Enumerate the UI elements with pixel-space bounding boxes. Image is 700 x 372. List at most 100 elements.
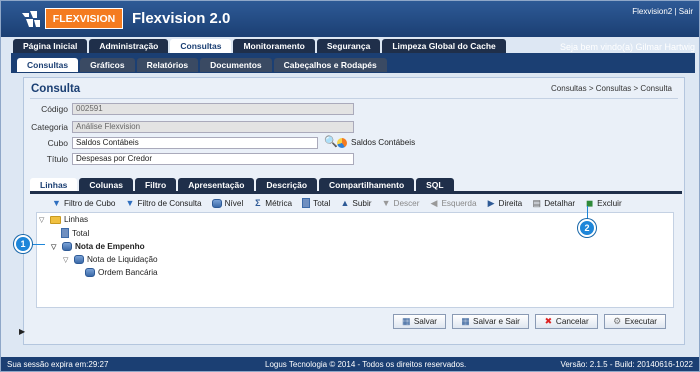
subir-label: Subir xyxy=(352,198,372,208)
tab-consultas[interactable]: Consultas xyxy=(170,39,232,53)
tab-descricao[interactable]: Descrição xyxy=(256,178,318,191)
tab-seguranca[interactable]: Segurança xyxy=(316,39,381,53)
tree-node-label: Ordem Bancária xyxy=(98,268,158,277)
version-text: Versão: 2.1.5 - Build: 20140616-1022 xyxy=(560,360,693,369)
metrica-button[interactable]: Σ Métrica xyxy=(253,197,293,208)
calculator-icon xyxy=(61,228,69,238)
save-exit-icon: ▦ xyxy=(461,316,470,326)
cancelar-label: Cancelar xyxy=(555,317,589,326)
executar-button[interactable]: ⚙ Executar xyxy=(603,314,666,329)
salvar-button[interactable]: ▦ Salvar xyxy=(392,314,447,329)
excluir-button[interactable]: ◼ Excluir xyxy=(585,198,622,208)
cubo-label: Cubo xyxy=(47,137,68,148)
tab-limpeza-cache[interactable]: Limpeza Global do Cache xyxy=(382,39,506,53)
tab-pagina-inicial[interactable]: Página Inicial xyxy=(13,39,88,53)
subtab-graficos[interactable]: Gráficos xyxy=(80,58,135,72)
categoria-label: Categoria xyxy=(31,121,68,132)
subtab-documentos[interactable]: Documentos xyxy=(200,58,272,72)
tree-node-liquidacao[interactable]: ▽ Nota de Liquidação xyxy=(63,255,158,264)
filtro-cubo-label: Filtro de Cubo xyxy=(64,198,116,208)
codigo-label: Código xyxy=(41,103,68,114)
header-bar: FLEXVISION Flexvision 2.0 Flexvision2 | … xyxy=(1,1,699,37)
brand-logo: FLEXVISION xyxy=(45,8,123,29)
gears-icon: ⚙ xyxy=(613,316,622,326)
folder-icon xyxy=(50,215,61,224)
subtab-cabecalhos[interactable]: Cabeçalhos e Rodapés xyxy=(273,58,387,72)
database-icon xyxy=(74,255,84,264)
chevron-down-icon[interactable]: ▽ xyxy=(39,216,47,224)
tab-underline xyxy=(30,191,682,194)
action-buttons: ▦ Salvar ▦ Salvar e Sair ✖ Cancelar ⚙ Execut… xyxy=(392,314,666,329)
filtro-consulta-label: Filtro de Consulta xyxy=(137,198,202,208)
tree-node-ordem[interactable]: Ordem Bancária xyxy=(85,268,158,277)
divider xyxy=(30,98,678,99)
total-label: Total xyxy=(313,198,331,208)
breadcrumb: Consultas > Consultas > Consulta xyxy=(551,84,672,93)
descer-label: Descer xyxy=(393,198,420,208)
tab-compartilhamento[interactable]: Compartilhamento xyxy=(319,178,415,191)
arrow-down-icon: ▼ xyxy=(381,197,391,208)
tab-filtro[interactable]: Filtro xyxy=(134,178,177,191)
filtro-consulta-button[interactable]: ▼ Filtro de Consulta xyxy=(125,197,202,208)
subtab-consultas[interactable]: Consultas xyxy=(17,58,79,72)
cancelar-button[interactable]: ✖ Cancelar xyxy=(534,314,598,329)
funnel-plus-icon: ▼ xyxy=(125,197,135,208)
expand-handle-icon[interactable]: ▶ xyxy=(19,327,25,336)
tab-linhas[interactable]: Linhas xyxy=(30,178,78,191)
app-title: Flexvision 2.0 xyxy=(132,10,231,27)
tree-node-root[interactable]: ▽ Linhas xyxy=(39,215,88,224)
logo-icon xyxy=(19,7,43,31)
callout-line xyxy=(587,206,588,220)
titulo-label: Título xyxy=(46,153,68,164)
chevron-down-icon[interactable]: ▽ xyxy=(51,243,59,251)
tree-node-total[interactable]: Total xyxy=(61,228,89,238)
tab-sql[interactable]: SQL xyxy=(416,178,454,191)
subir-button[interactable]: ▲ Subir xyxy=(340,198,372,208)
tab-administracao[interactable]: Administração xyxy=(89,39,169,53)
esquerda-button[interactable]: ◀ Esquerda xyxy=(429,197,477,208)
filtro-cubo-button[interactable]: ▼ Filtro de Cubo xyxy=(52,198,116,208)
titulo-row: Título Despesas por Credor xyxy=(24,152,354,165)
user-link[interactable]: Flexvision2 xyxy=(632,7,672,16)
codigo-field: 002591 xyxy=(72,102,354,115)
salvar-sair-button[interactable]: ▦ Salvar e Sair xyxy=(452,314,529,329)
tab-colunas[interactable]: Colunas xyxy=(79,178,133,191)
page-title: Consulta xyxy=(31,83,81,95)
database-icon xyxy=(62,242,72,251)
detalhar-label: Detalhar xyxy=(544,198,576,208)
save-icon: ▦ xyxy=(402,316,411,326)
cubo-row: Cubo Saldos Contábeis 🔍 Saldos Contábeis xyxy=(24,136,415,149)
excluir-label: Excluir xyxy=(597,198,622,208)
tree-node-label: Total xyxy=(72,228,90,238)
direita-button[interactable]: ▶ Direita xyxy=(487,197,523,208)
user-links: Flexvision2 | Sair xyxy=(632,7,693,16)
database-icon xyxy=(85,268,95,277)
codigo-row: Código 002591 xyxy=(24,102,354,115)
total-button[interactable]: Total xyxy=(302,198,330,208)
cube-pie-icon[interactable] xyxy=(337,137,347,148)
search-icon[interactable]: 🔍 xyxy=(324,137,338,148)
chevron-down-icon[interactable]: ▽ xyxy=(63,256,71,264)
tree-node-empenho[interactable]: ▽ Nota de Empenho xyxy=(51,242,145,251)
detalhar-button[interactable]: ▤ Detalhar xyxy=(532,198,576,208)
cubo-field[interactable]: Saldos Contábeis xyxy=(72,136,318,149)
executar-label: Executar xyxy=(624,317,657,326)
esquerda-label: Esquerda xyxy=(441,198,477,208)
direita-label: Direita xyxy=(498,198,523,208)
arrow-left-icon: ◀ xyxy=(430,197,438,208)
titulo-field[interactable]: Despesas por Credor xyxy=(72,152,354,165)
tab-apresentacao[interactable]: Apresentação xyxy=(178,178,255,191)
logout-link[interactable]: Sair xyxy=(679,7,693,16)
descer-button[interactable]: ▼ Descer xyxy=(381,197,420,208)
sigma-icon: Σ xyxy=(255,197,261,208)
tree-node-label: Nota de Liquidação xyxy=(87,255,158,264)
app-window: FLEXVISION Flexvision 2.0 Flexvision2 | … xyxy=(0,0,700,372)
tree-node-label: Linhas xyxy=(64,215,89,224)
nivel-button[interactable]: Nível xyxy=(211,198,243,208)
footer-bar: Sua sessão expira em:29:27 Logus Tecnolo… xyxy=(1,357,699,371)
metrica-label: Métrica xyxy=(265,198,293,208)
arrow-right-icon: ▶ xyxy=(487,197,495,208)
tab-monitoramento[interactable]: Monitoramento xyxy=(233,39,315,53)
database-icon xyxy=(211,198,222,208)
subtab-relatorios[interactable]: Relatórios xyxy=(136,58,199,72)
